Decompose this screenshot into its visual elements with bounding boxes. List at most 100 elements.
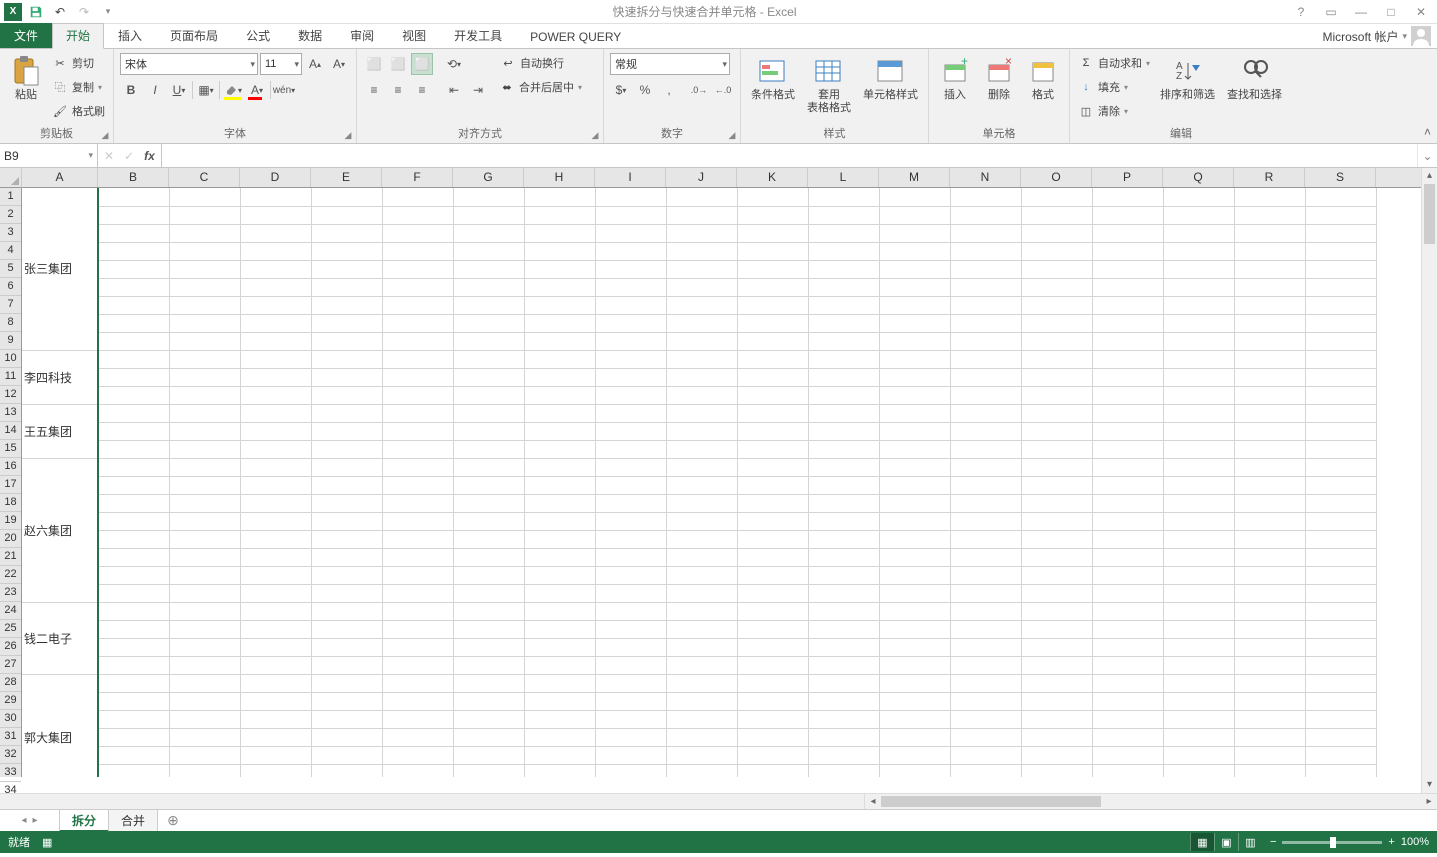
cell[interactable] xyxy=(453,224,524,242)
cell[interactable] xyxy=(1163,368,1234,386)
cell[interactable] xyxy=(879,278,950,296)
cell[interactable] xyxy=(524,206,595,224)
cell[interactable] xyxy=(666,296,737,314)
cell[interactable] xyxy=(169,494,240,512)
cell[interactable] xyxy=(1021,638,1092,656)
cell[interactable] xyxy=(808,530,879,548)
cell[interactable] xyxy=(879,242,950,260)
cell[interactable] xyxy=(1021,188,1092,206)
cell[interactable] xyxy=(950,656,1021,674)
cell[interactable] xyxy=(950,710,1021,728)
cell[interactable] xyxy=(169,206,240,224)
cell[interactable] xyxy=(1163,458,1234,476)
cell[interactable] xyxy=(1092,422,1163,440)
zoom-out-icon[interactable]: − xyxy=(1270,836,1276,848)
cell[interactable] xyxy=(1305,206,1376,224)
cell[interactable] xyxy=(950,746,1021,764)
cell[interactable] xyxy=(1092,746,1163,764)
cell[interactable] xyxy=(737,620,808,638)
cell[interactable] xyxy=(1021,728,1092,746)
cell[interactable] xyxy=(950,206,1021,224)
cell[interactable] xyxy=(98,188,169,206)
cell[interactable] xyxy=(1234,242,1305,260)
cell[interactable] xyxy=(382,602,453,620)
cell[interactable] xyxy=(737,764,808,777)
increase-font-icon[interactable]: A▴ xyxy=(304,53,326,75)
tab-view[interactable]: 视图 xyxy=(388,23,440,48)
cell[interactable] xyxy=(98,494,169,512)
cell[interactable] xyxy=(1092,314,1163,332)
border-button[interactable]: ▦▾ xyxy=(195,79,217,101)
cell[interactable] xyxy=(524,278,595,296)
cell[interactable] xyxy=(737,224,808,242)
cell[interactable] xyxy=(1092,368,1163,386)
cell[interactable] xyxy=(1163,422,1234,440)
cell[interactable] xyxy=(595,242,666,260)
cell[interactable] xyxy=(808,368,879,386)
cell[interactable] xyxy=(595,188,666,206)
cell[interactable] xyxy=(453,620,524,638)
page-layout-view-icon[interactable]: ▣ xyxy=(1214,833,1238,851)
row-headers[interactable]: 1234567891011121314151617181920212223242… xyxy=(0,188,22,777)
cell[interactable] xyxy=(595,350,666,368)
cell[interactable] xyxy=(950,242,1021,260)
row-header[interactable]: 18 xyxy=(0,494,21,512)
cell[interactable] xyxy=(1305,440,1376,458)
column-header[interactable]: F xyxy=(382,168,453,187)
tab-page-layout[interactable]: 页面布局 xyxy=(156,23,232,48)
align-center-icon[interactable]: ≡ xyxy=(387,79,409,101)
cell[interactable] xyxy=(595,620,666,638)
cell[interactable] xyxy=(950,494,1021,512)
cell[interactable] xyxy=(382,710,453,728)
cell[interactable] xyxy=(595,332,666,350)
cell[interactable] xyxy=(666,476,737,494)
cell[interactable] xyxy=(1163,224,1234,242)
cell[interactable] xyxy=(1092,584,1163,602)
cell[interactable] xyxy=(950,674,1021,692)
cell[interactable] xyxy=(240,368,311,386)
row-header[interactable]: 5 xyxy=(0,260,21,278)
cell[interactable] xyxy=(1021,206,1092,224)
cell[interactable] xyxy=(453,674,524,692)
cell[interactable] xyxy=(879,638,950,656)
cell[interactable] xyxy=(879,368,950,386)
column-header[interactable]: H xyxy=(524,168,595,187)
cell[interactable] xyxy=(666,620,737,638)
cell[interactable] xyxy=(879,260,950,278)
cell[interactable] xyxy=(98,224,169,242)
cell[interactable] xyxy=(1234,476,1305,494)
column-header[interactable]: J xyxy=(666,168,737,187)
cell[interactable] xyxy=(240,224,311,242)
cell[interactable] xyxy=(382,422,453,440)
cell[interactable] xyxy=(98,458,169,476)
cell[interactable] xyxy=(240,746,311,764)
sheet-prev-icon[interactable]: ◂ xyxy=(21,815,26,826)
cell[interactable] xyxy=(524,512,595,530)
cell[interactable] xyxy=(808,728,879,746)
cell[interactable] xyxy=(737,710,808,728)
cell[interactable] xyxy=(1305,350,1376,368)
cell[interactable] xyxy=(879,710,950,728)
comma-format-icon[interactable]: , xyxy=(658,79,680,101)
cell[interactable] xyxy=(524,422,595,440)
cell[interactable] xyxy=(595,638,666,656)
increase-indent-icon[interactable]: ⇥ xyxy=(467,79,489,101)
cell[interactable] xyxy=(737,566,808,584)
cell[interactable] xyxy=(595,278,666,296)
column-headers[interactable]: ABCDEFGHIJKLMNOPQRS xyxy=(22,168,1421,188)
cell[interactable] xyxy=(524,368,595,386)
cell[interactable] xyxy=(453,440,524,458)
number-launcher-icon[interactable]: ◢ xyxy=(726,129,738,141)
cell[interactable] xyxy=(311,458,382,476)
cell[interactable] xyxy=(1163,440,1234,458)
cell[interactable] xyxy=(950,476,1021,494)
font-color-button[interactable]: A▾ xyxy=(246,79,268,101)
cell[interactable] xyxy=(169,386,240,404)
cell[interactable] xyxy=(737,278,808,296)
cell[interactable] xyxy=(808,458,879,476)
cell[interactable] xyxy=(595,656,666,674)
cell[interactable] xyxy=(808,422,879,440)
cell[interactable] xyxy=(1305,368,1376,386)
cell[interactable] xyxy=(311,476,382,494)
cell[interactable] xyxy=(950,512,1021,530)
